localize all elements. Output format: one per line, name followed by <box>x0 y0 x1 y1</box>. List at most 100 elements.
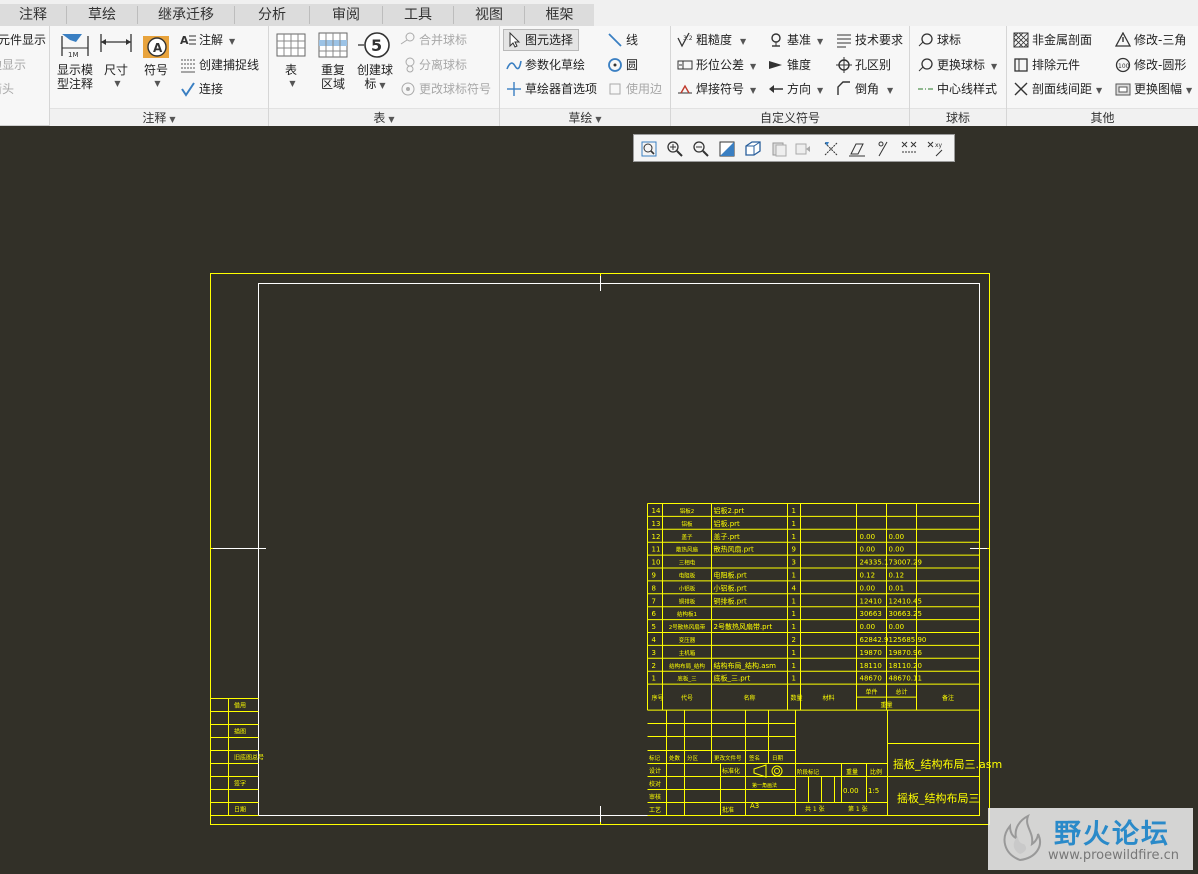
bom-row-qty: 2 <box>792 636 796 644</box>
bom-row-qty: 1 <box>792 623 796 631</box>
bom-row-qty: 1 <box>792 649 796 657</box>
left-strip-label: 签字 <box>234 780 246 788</box>
bom-row-no: 14 <box>652 507 661 515</box>
bom-row-single-weight: 0.00 <box>860 623 876 631</box>
bom-row-code: 铝板2 <box>680 507 695 515</box>
bom-row-total-weight: 48670.11 <box>889 675 922 683</box>
title-row-label: 日期 <box>772 755 784 762</box>
bom-row-no: 10 <box>652 559 661 567</box>
bom-row-no: 8 <box>652 584 656 592</box>
bom-row-total-weight: 19870.96 <box>889 649 923 657</box>
bom-row-no: 7 <box>652 597 656 605</box>
title-row-label: 更改文件号 <box>714 754 742 762</box>
bom-row-total-weight: 18110.20 <box>889 662 922 670</box>
bom-row-qty: 4 <box>792 584 797 592</box>
bom-row-name: 盖子.prt <box>714 532 741 541</box>
title-sign-label: 批准 <box>722 806 734 814</box>
drawing-title-name: 摇板_结构布局三 <box>897 791 980 805</box>
bom-row-name: 结构布局_结构.asm <box>714 661 777 670</box>
left-signature-strip: 借用描图旧底图总号签字日期 <box>210 698 264 816</box>
bom-row-name: 2号散热风扇带.prt <box>714 622 773 631</box>
bom-row-single-weight: 18110 <box>860 662 882 670</box>
bom-row-qty: 1 <box>792 675 796 683</box>
left-strip-label: 借用 <box>234 702 246 710</box>
bom-row-no: 11 <box>652 546 661 554</box>
bom-row-no: 2 <box>652 662 656 670</box>
bom-row-single-weight: 24335.1 <box>860 559 889 567</box>
bom-row-code: 结构布局_结构 <box>669 662 705 670</box>
bom-row-single-weight: 0.00 <box>860 584 876 592</box>
bom-row-code: 铜排板 <box>679 597 696 605</box>
bom-row-no: 9 <box>652 572 656 580</box>
bom-row-single-weight: 62842.9 <box>860 636 889 644</box>
drawing-title-asm: 摇板_结构布局三.asm <box>893 757 1002 771</box>
bom-row-single-weight: 0.00 <box>860 546 876 554</box>
bom-header-total: 总计 <box>895 688 907 696</box>
bom-row-code: 小铝板 <box>679 584 696 592</box>
bom-row-code: 盖子 <box>681 533 693 541</box>
bom-row-name: 小铝板.prt <box>714 583 748 592</box>
title-row-label: 处数 <box>669 754 681 762</box>
bom-row-code: 散热风扇 <box>676 546 698 554</box>
title-row-label: 签名 <box>749 754 760 762</box>
flame-logo-icon <box>1003 814 1041 862</box>
bom-header-single: 单件 <box>865 688 877 696</box>
bom-row-name: 铝板.prt <box>714 519 741 528</box>
bom-header-qty: 数量 <box>791 694 803 702</box>
bom-row-code: 底板_三 <box>677 675 697 683</box>
bom-row-name: 电阻板.prt <box>714 571 748 580</box>
bom-row-single-weight: 12410 <box>860 597 882 605</box>
left-strip-label: 描图 <box>234 728 246 736</box>
title-row-label: 标记 <box>649 754 661 762</box>
bom-row-total-weight: 0.01 <box>889 584 905 592</box>
bom-row-total-weight: 0.00 <box>889 533 905 541</box>
bom-row-code: 结构板1 <box>677 610 697 618</box>
bom-row-code: 2号散热风扇带 <box>669 623 706 631</box>
bom-row-total-weight: 0.12 <box>889 572 905 580</box>
bom-row-single-weight: 0.12 <box>860 572 876 580</box>
bom-row-total-weight: 0.00 <box>889 546 905 554</box>
weight-label: 重量 <box>846 768 858 776</box>
bom-row-total-weight: 125685.90 <box>889 636 927 644</box>
bom-row-qty: 1 <box>792 597 796 605</box>
watermark-title: 野火论坛 <box>1054 819 1170 850</box>
sheet-total: 共 1 张 <box>805 805 825 813</box>
bom-header-no: 序号 <box>652 694 664 702</box>
bom-row-code: 主机箱 <box>679 649 696 657</box>
bom-row-name: 铝板2.prt <box>714 506 745 515</box>
bom-row-no: 13 <box>652 520 661 528</box>
bom-row-single-weight: 19870 <box>860 649 882 657</box>
bom-row-code: 电阻板 <box>679 572 696 580</box>
title-sign-label: 审核 <box>649 793 661 801</box>
bom-row-no: 4 <box>652 636 657 644</box>
bom-header-weight: 重量 <box>880 701 892 709</box>
left-strip-label: 日期 <box>234 806 246 814</box>
title-standardization-label: 标准化 <box>722 767 740 775</box>
bom-row-qty: 1 <box>792 662 796 670</box>
bom-row-total-weight: 0.00 <box>889 623 905 631</box>
bom-row-qty: 1 <box>792 572 796 580</box>
bom-header-code: 代号 <box>681 694 693 702</box>
bom-row-qty: 1 <box>792 533 796 541</box>
weight-value: 0.00 <box>843 787 859 795</box>
bom-row-qty: 1 <box>792 520 796 528</box>
bom-row-single-weight: 30663 <box>860 610 882 618</box>
bom-row-name: 散热风扇.prt <box>714 545 755 554</box>
drawing-sheet: 借用描图旧底图总号签字日期 14 铝板2 铝板2.prt 113 铝板 铝板.prt 112… <box>210 273 1002 825</box>
bom-row-name: 铜排板.prt <box>714 596 748 605</box>
stage-mark-label: 阶段标记 <box>797 768 820 776</box>
bom-row-code: 三相电 <box>679 559 696 567</box>
scale-value: 1:5 <box>868 787 879 795</box>
bom-row-qty: 1 <box>792 610 796 618</box>
bom-row-code: 变压器 <box>679 636 696 644</box>
projection-label: 第一角画法 <box>752 782 777 789</box>
bom-row-qty: 9 <box>792 546 796 554</box>
bom-row-no: 1 <box>652 675 656 683</box>
bom-table: 14 铝板2 铝板2.prt 113 铝板 铝板.prt 112 盖子 盖子.prt 1 0.00 0… <box>647 503 980 711</box>
bom-row-code: 铝板 <box>681 520 693 528</box>
bom-row-total-weight: 30663.25 <box>889 610 922 618</box>
watermark-url: www.proewildfire.cn <box>1048 848 1179 863</box>
title-block: 标记 处数 分区 更改文件号 签名 日期设计校对审核工艺 批准 标准化 A3 第一角画法 阶段标记 重… <box>647 710 1002 816</box>
bom-row-qty: 1 <box>792 507 796 515</box>
sheet-number: 第 1 张 <box>848 805 868 813</box>
